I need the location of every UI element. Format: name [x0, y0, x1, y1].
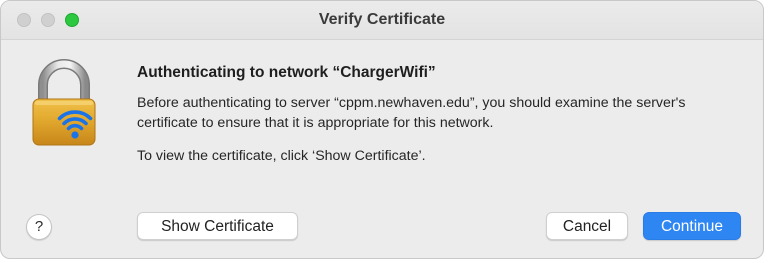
help-button[interactable]: ? — [26, 214, 52, 240]
continue-button[interactable]: Continue — [643, 212, 741, 240]
show-certificate-button[interactable]: Show Certificate — [137, 212, 298, 240]
cancel-button[interactable]: Cancel — [546, 212, 628, 240]
lock-wifi-icon — [32, 59, 96, 146]
dialog-heading: Authenticating to network “ChargerWifi” — [137, 64, 436, 81]
dialog-instruction: To view the certificate, click ‘Show Cer… — [137, 148, 426, 164]
window-title: Verify Certificate — [318, 11, 446, 28]
title-bar[interactable]: Verify Certificate — [1, 1, 763, 40]
verify-certificate-dialog: Verify Certificate Authenticating to net… — [0, 0, 764, 259]
dialog-message: Before authenticating to server “cppm.ne… — [137, 95, 686, 131]
